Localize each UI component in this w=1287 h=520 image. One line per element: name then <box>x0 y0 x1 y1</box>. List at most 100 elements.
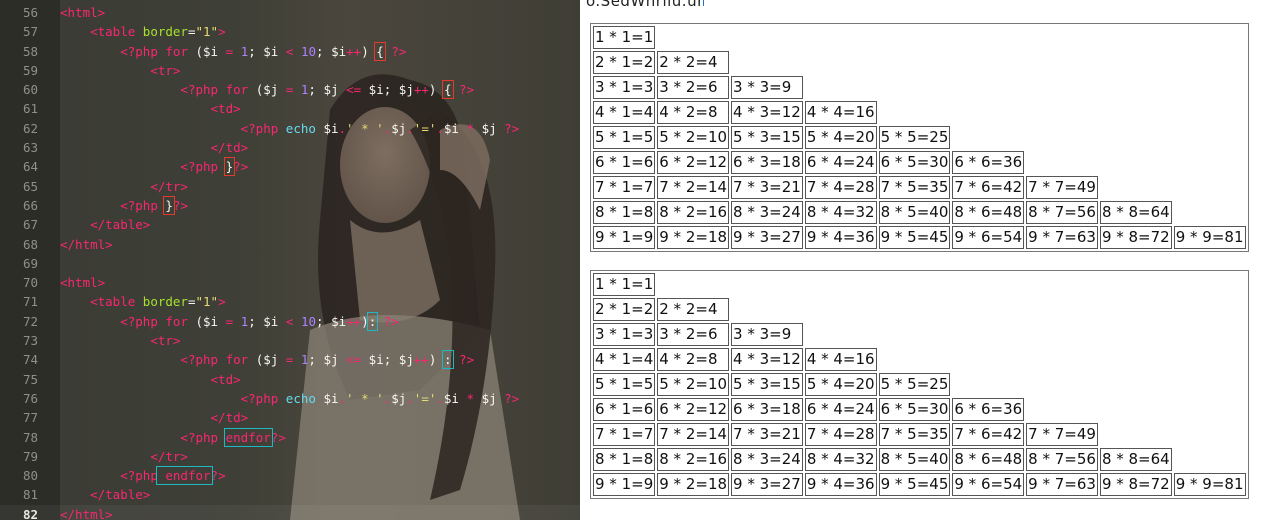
code-line[interactable]: 80 <?php endfor?> <box>0 466 580 486</box>
address-bar-fragment[interactable]: o.SedWhrllu.ur <box>586 0 704 10</box>
line-number: 68 <box>22 236 38 252</box>
table-row: 5 * 1=5 5 * 2=10 5 * 3=15 5 * 4=20 5 * 5=25 <box>593 126 1246 149</box>
line-number: 66 <box>22 197 38 213</box>
table-cell: 7 * 4=28 <box>804 423 877 446</box>
code-token: $i <box>203 43 219 59</box>
table-cell: 7 * 1=7 <box>593 423 656 446</box>
code-line[interactable]: 57 <table border="1"> <box>0 22 580 41</box>
code-token: $j <box>398 352 414 368</box>
table-cell: 7 * 7=49 <box>1026 176 1098 199</box>
code-line[interactable]: 82 </html> <box>0 504 580 520</box>
code-line[interactable]: 65 </tr> <box>0 177 580 196</box>
code-lines[interactable]: 56 <html> 57 <table border="1"> 58 <?php fo… <box>0 3 580 520</box>
table-row: 6 * 1=6 6 * 2=12 6 * 3=18 6 * 4=24 6 * 5=30 6… <box>593 151 1246 174</box>
code-line[interactable]: 74 <?php for ($j = 1; $j <= $i; $j++) : … <box>0 350 580 370</box>
code-editor[interactable]: 56 <html> 57 <table border="1"> 58 <?php fo… <box>0 0 580 520</box>
table-cell: 9 * 7=63 <box>1026 226 1098 249</box>
code-line[interactable]: 64 <?php }?> <box>0 157 580 177</box>
code-token: . <box>436 390 444 406</box>
code-token: ++ <box>413 352 429 368</box>
table-cell: 6 * 4=24 <box>804 398 877 421</box>
table-cell: 9 * 3=27 <box>731 226 803 249</box>
code-token: ; <box>308 82 324 98</box>
code-line[interactable]: 76 <?php echo $i.' * '.$j.'='.$i * $j ?> <box>0 389 580 408</box>
table-cell: 7 * 2=14 <box>657 423 730 446</box>
code-text: </td> <box>60 138 249 157</box>
table-row: 1 * 1=1 <box>593 273 1246 296</box>
code-line[interactable]: 66 <?php }?> <box>0 195 580 215</box>
table-cell: 5 * 5=25 <box>878 373 951 396</box>
table-cell: 5 * 2=10 <box>657 373 730 396</box>
table-cell: 7 * 5=35 <box>878 176 951 199</box>
code-line[interactable]: 63 </td> <box>0 138 580 157</box>
code-token: '=' <box>413 120 437 136</box>
code-token: ( <box>248 352 264 368</box>
table-row: 7 * 1=7 7 * 2=14 7 * 3=21 7 * 4=28 7 * 5=35 7… <box>593 423 1246 446</box>
line-number: 69 <box>22 255 38 271</box>
table-cell: 9 * 5=45 <box>878 226 951 249</box>
code-token: ++ <box>346 43 362 59</box>
code-token: </table> <box>90 217 151 233</box>
code-line[interactable]: 69 <box>0 254 580 273</box>
code-line[interactable]: 81 </table> <box>0 485 580 504</box>
line-number: 79 <box>22 448 38 464</box>
table-cell: 9 * 9=81 <box>1173 226 1246 249</box>
code-token: <table <box>90 24 136 40</box>
table-cell: 8 * 2=16 <box>657 448 730 471</box>
code-token: <?php <box>180 82 219 98</box>
code-line[interactable]: 78 <?php endfor?> <box>0 427 580 447</box>
highlighted-token: endfor <box>155 466 213 486</box>
code-token: for <box>165 313 188 329</box>
code-line[interactable]: 70 <html> <box>0 273 580 292</box>
code-line[interactable]: 79 </tr> <box>0 447 580 466</box>
code-text: <?php echo $i.' * '.$j.'='.$i * $j ?> <box>60 389 520 408</box>
line-number: 56 <box>22 5 38 20</box>
code-line[interactable]: 58 <?php for ($i = 1; $i < 10; $i++) { ?… <box>0 41 580 61</box>
code-line[interactable]: 67 </table> <box>0 215 580 234</box>
code-token: </tr> <box>150 178 188 194</box>
code-token: <?php <box>240 120 279 136</box>
code-line[interactable]: 72 <?php for ($i = 1; $i < 10; $i++): ?> <box>0 311 580 331</box>
code-line[interactable]: 60 <?php for ($j = 1; $j <= $i; $j++) { … <box>0 80 580 100</box>
code-line[interactable]: 73 <tr> <box>0 331 580 350</box>
table-cell: 3 * 2=6 <box>657 76 730 99</box>
line-number: 75 <box>22 371 38 387</box>
code-token: '=' <box>413 390 437 406</box>
line-number: 57 <box>22 24 38 40</box>
code-line[interactable]: 71 <table border="1"> <box>0 292 580 311</box>
table-cell: 4 * 3=12 <box>731 101 803 124</box>
table-cell: 8 * 6=48 <box>952 201 1025 224</box>
table-cell: 9 * 8=72 <box>1099 226 1172 249</box>
table-cell: 5 * 3=15 <box>731 373 803 396</box>
line-number: 81 <box>22 487 38 503</box>
code-line[interactable]: 62 <?php echo $i.' * '.$j.'='.$i * $j ?> <box>0 119 580 138</box>
table-row: 8 * 1=8 8 * 2=16 8 * 3=24 8 * 4=32 8 * 5=40 8… <box>593 448 1246 471</box>
code-token: border <box>142 294 188 310</box>
table-cell: 8 * 1=8 <box>593 201 656 224</box>
table-row: 4 * 1=4 4 * 2=8 4 * 3=12 4 * 4=16 <box>593 101 1246 124</box>
code-line[interactable]: 68 </html> <box>0 235 580 254</box>
code-line[interactable]: 56 <html> <box>0 3 580 22</box>
line-number: 74 <box>22 352 38 368</box>
code-token: <html> <box>60 5 106 20</box>
code-line[interactable]: 61 <td> <box>0 99 580 118</box>
code-line[interactable]: 77 </td> <box>0 408 580 427</box>
code-line[interactable]: 59 <tr> <box>0 61 580 80</box>
code-token: ?> <box>383 313 399 329</box>
code-line[interactable]: 75 <td> <box>0 370 580 389</box>
table-cell: 3 * 3=9 <box>731 323 803 346</box>
line-number: 64 <box>22 159 38 175</box>
table-cell: 9 * 4=36 <box>804 226 877 249</box>
